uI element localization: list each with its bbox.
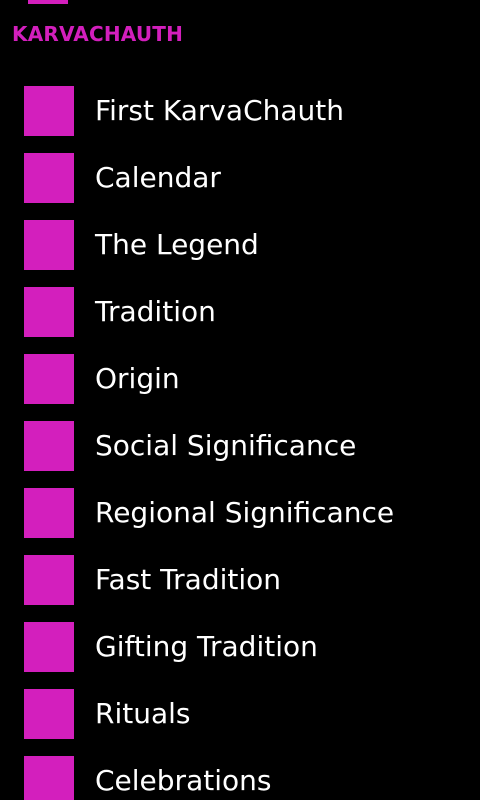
menu-item-label: Rituals <box>95 697 191 730</box>
menu-item-label: Fast Tradition <box>95 563 282 596</box>
menu-item-label: Calendar <box>95 161 221 194</box>
tile-icon <box>24 689 74 739</box>
menu-item-label: The Legend <box>95 228 259 261</box>
menu-item-label: Celebrations <box>95 764 272 797</box>
tile-icon <box>24 354 74 404</box>
tile-icon <box>24 555 74 605</box>
menu-item-regional-significance[interactable]: Regional Significance <box>0 488 480 555</box>
tile-icon <box>24 287 74 337</box>
menu-item-origin[interactable]: Origin <box>0 354 480 421</box>
tile-icon <box>24 488 74 538</box>
menu-list: First KarvaChauth Calendar The Legend Tr… <box>0 86 480 800</box>
menu-item-calendar[interactable]: Calendar <box>0 153 480 220</box>
app-title: KARVACHAUTH <box>12 22 184 46</box>
app-screen: KARVACHAUTH First KarvaChauth Calendar T… <box>0 0 480 800</box>
tile-icon <box>24 756 74 800</box>
tile-icon <box>24 86 74 136</box>
tile-icon <box>24 622 74 672</box>
menu-item-rituals[interactable]: Rituals <box>0 689 480 756</box>
menu-item-label: Origin <box>95 362 180 395</box>
menu-item-celebrations[interactable]: Celebrations <box>0 756 480 800</box>
menu-item-label: Tradition <box>95 295 216 328</box>
menu-item-first-karvachauth[interactable]: First KarvaChauth <box>0 86 480 153</box>
tile-icon <box>24 421 74 471</box>
menu-item-gifting-tradition[interactable]: Gifting Tradition <box>0 622 480 689</box>
menu-item-label: Regional Significance <box>95 496 395 529</box>
menu-item-the-legend[interactable]: The Legend <box>0 220 480 287</box>
tile-icon <box>24 220 74 270</box>
menu-item-social-significance[interactable]: Social Significance <box>0 421 480 488</box>
menu-item-label: First KarvaChauth <box>95 94 345 127</box>
top-accent-bar <box>28 0 68 4</box>
menu-item-tradition[interactable]: Tradition <box>0 287 480 354</box>
menu-item-label: Gifting Tradition <box>95 630 318 663</box>
menu-item-fast-tradition[interactable]: Fast Tradition <box>0 555 480 622</box>
menu-item-label: Social Significance <box>95 429 357 462</box>
tile-icon <box>24 153 74 203</box>
